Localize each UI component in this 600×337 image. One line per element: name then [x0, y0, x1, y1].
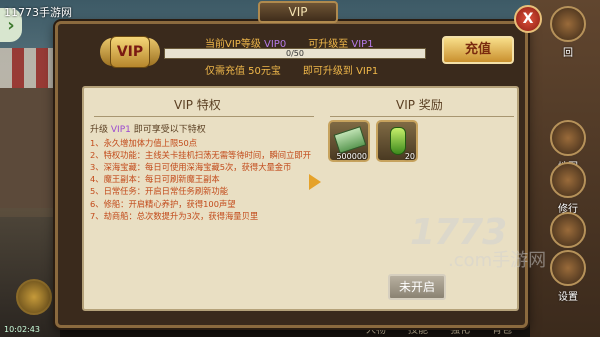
panel-title: VIP: [258, 1, 338, 23]
brand-watermark-cn: .com手游网: [448, 250, 547, 271]
potion-icon: [390, 127, 406, 155]
vip-badge-text: VIP: [110, 36, 150, 68]
privilege-item: 5、日常任务：开启日常任务刷新功能: [90, 186, 229, 197]
avatar-label: 回: [563, 48, 573, 59]
vip-content: VIP 特权 升级 VIP1 即可享受以下特权 1、永久增加体力值上限50点 2…: [82, 86, 519, 311]
watermark-text: 11773手游网: [4, 6, 72, 19]
clock: 10:02:43: [4, 325, 40, 334]
gear-icon: [550, 250, 586, 286]
privilege-item: 2、特权功能：主线关卡挂机扫荡无需等待时间，瞬间立即开: [90, 150, 311, 161]
arrow-right-icon: [309, 174, 321, 190]
recharge-button[interactable]: 充值: [442, 36, 514, 64]
right-menu: 回 地图 修行 好友 设置: [536, 0, 594, 337]
rewards-title: VIP 奖励: [396, 98, 443, 112]
chat-button[interactable]: [16, 279, 52, 315]
reward-slot[interactable]: 20: [376, 120, 418, 162]
avatar[interactable]: 回: [546, 6, 590, 59]
privileges-head: 升级 VIP1 即可享受以下特权: [90, 125, 206, 135]
privilege-item: 1、永久增加体力值上限50点: [90, 138, 198, 149]
settings-label: 设置: [558, 292, 578, 303]
map-icon: [550, 120, 586, 156]
avatar-icon: [550, 6, 586, 42]
vip-status-area: VIP 当前VIP等级 VIP0 可升级至 VIP1 0/50 仅需充值 50元宝…: [70, 28, 520, 78]
anchor-icon: [550, 162, 586, 198]
privilege-item: 3、深海宝藏：每日可使用深海宝藏5次，获得大量金币: [90, 162, 292, 173]
train-button[interactable]: 修行: [546, 162, 590, 215]
vip-badge-icon: VIP: [100, 32, 160, 72]
reward-qty: 500000: [336, 152, 367, 161]
reward-slot[interactable]: 500000: [328, 120, 370, 162]
unopened-button[interactable]: 未开启: [388, 274, 446, 300]
privileges-title: VIP 特权: [174, 98, 221, 112]
money-icon: [333, 126, 367, 154]
friends-icon: [550, 212, 586, 248]
privilege-item: 7、劫商船：总次数提升为3次，获得海量贝里: [90, 210, 259, 221]
settings-button[interactable]: 设置: [546, 250, 590, 303]
privileges-list: 升级 VIP1 即可享受以下特权 1、永久增加体力值上限50点 2、特权功能：主…: [90, 124, 325, 222]
reward-qty: 20: [404, 152, 415, 161]
privilege-item: 4、魔王副本：每日可刷新魔王副本: [90, 174, 220, 185]
progress-text: 0/50: [286, 49, 304, 58]
recharge-hint: 仅需充值 50元宝 即可升级到 VIP1: [205, 66, 379, 77]
vip-progress-bar: 0/50: [164, 48, 426, 59]
privilege-item: 6、修船：开启精心养护，获得100声望: [90, 198, 236, 209]
